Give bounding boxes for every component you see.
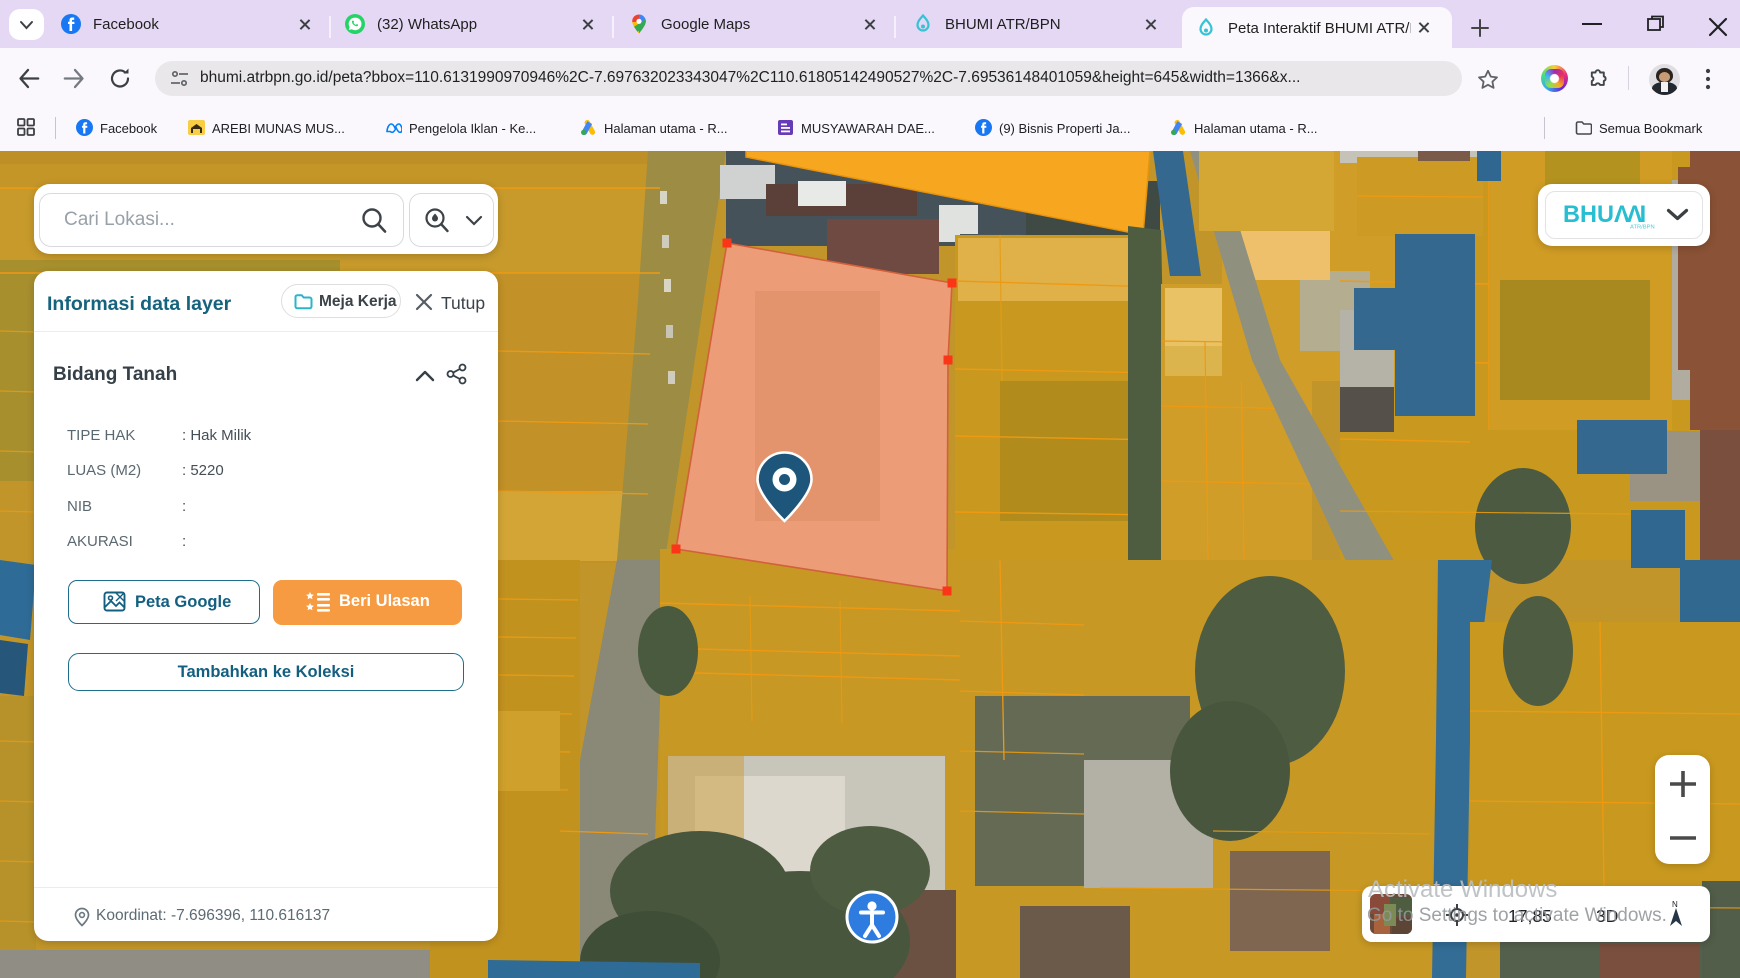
- svg-text:N: N: [1672, 900, 1678, 909]
